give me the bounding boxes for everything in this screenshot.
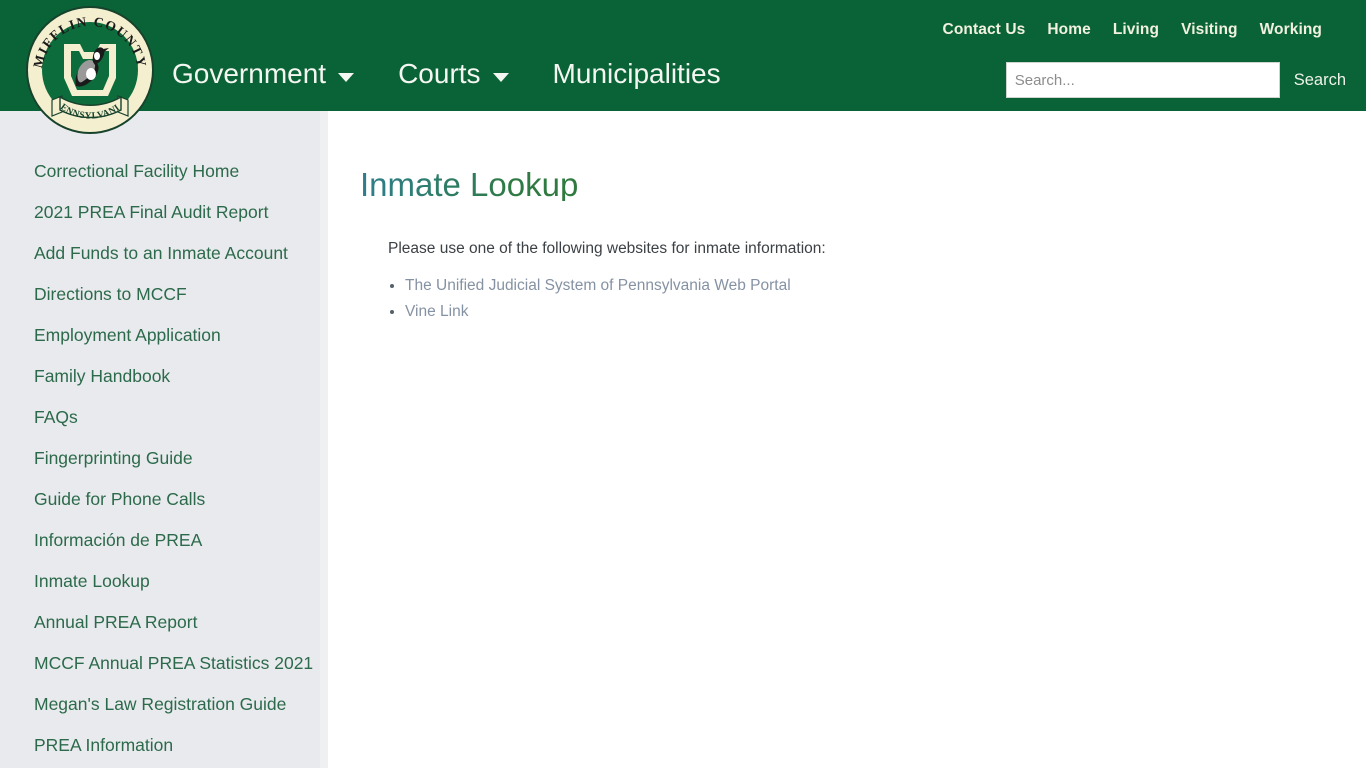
sidebar-item-inmate-lookup[interactable]: Inmate Lookup — [0, 572, 320, 591]
sidebar-item-correctional-facility-home[interactable]: Correctional Facility Home — [0, 162, 320, 181]
list-item: The Unified Judicial System of Pennsylva… — [405, 274, 1366, 298]
nav-item-municipalities[interactable]: Municipalities — [553, 58, 721, 90]
chevron-down-icon — [492, 72, 509, 82]
utility-nav-item-contact-us[interactable]: Contact Us — [943, 21, 1026, 39]
main-content: Inmate Lookup Please use one of the foll… — [360, 111, 1366, 768]
utility-nav-item-living[interactable]: Living — [1113, 21, 1159, 39]
sidebar-item-employment-application[interactable]: Employment Application — [0, 326, 320, 345]
site-search: Search — [1005, 62, 1366, 98]
sidebar-divider — [320, 111, 328, 768]
link-vine-link[interactable]: Vine Link — [405, 303, 468, 320]
sidebar-item-2021-prea-final-audit-report[interactable]: 2021 PREA Final Audit Report — [0, 203, 320, 222]
nav-item-government[interactable]: Government — [172, 58, 355, 90]
sidebar-item-annual-prea-report[interactable]: Annual PREA Report — [0, 613, 320, 632]
section-sidebar: Correctional Facility Home 2021 PREA Fin… — [0, 111, 320, 768]
utility-nav: Contact Us Home Living Visiting Working — [943, 21, 1322, 39]
nav-item-courts[interactable]: Courts — [398, 58, 509, 90]
sidebar-item-mccf-annual-prea-statistics-2021[interactable]: MCCF Annual PREA Statistics 2021 — [0, 654, 320, 673]
primary-nav: Government Courts Municipalities — [172, 58, 721, 90]
content-body: Please use one of the following websites… — [360, 238, 1366, 324]
sidebar-item-faqs[interactable]: FAQs — [0, 408, 320, 427]
sidebar-item-add-funds-to-an-inmate-account[interactable]: Add Funds to an Inmate Account — [0, 244, 320, 263]
utility-nav-item-home[interactable]: Home — [1047, 21, 1090, 39]
page-body: Correctional Facility Home 2021 PREA Fin… — [0, 111, 1366, 768]
sidebar-item-prea-information[interactable]: PREA Information — [0, 736, 320, 755]
search-button[interactable]: Search — [1294, 71, 1346, 90]
resource-link-list: The Unified Judicial System of Pennsylva… — [388, 274, 1366, 324]
nav-item-government-label: Government — [172, 58, 327, 89]
intro-paragraph: Please use one of the following websites… — [388, 240, 826, 257]
sidebar-item-informacion-de-prea[interactable]: Información de PREA — [0, 531, 320, 550]
county-seal-logo[interactable]: PENNSYLVANIA MIFFLIN COUNTY — [24, 4, 157, 137]
list-item: Vine Link — [405, 300, 1366, 324]
chevron-down-icon — [338, 72, 355, 82]
page-title: Inmate Lookup — [360, 166, 579, 203]
utility-nav-item-working[interactable]: Working — [1260, 21, 1322, 39]
sidebar-item-fingerprinting-guide[interactable]: Fingerprinting Guide — [0, 449, 320, 468]
search-input[interactable] — [1005, 62, 1280, 98]
sidebar-item-directions-to-mccf[interactable]: Directions to MCCF — [0, 285, 320, 304]
sidebar-item-family-handbook[interactable]: Family Handbook — [0, 367, 320, 386]
nav-item-courts-label: Courts — [398, 58, 481, 89]
sidebar-item-megans-law-registration-guide[interactable]: Megan's Law Registration Guide — [0, 695, 320, 714]
nav-item-municipalities-label: Municipalities — [552, 58, 721, 89]
utility-nav-item-visiting[interactable]: Visiting — [1181, 21, 1238, 39]
site-header: PENNSYLVANIA MIFFLIN COUNTY Contact Us H… — [0, 0, 1366, 134]
link-ujs-pennsylvania-web-portal[interactable]: The Unified Judicial System of Pennsylva… — [405, 277, 791, 294]
sidebar-item-guide-for-phone-calls[interactable]: Guide for Phone Calls — [0, 490, 320, 509]
